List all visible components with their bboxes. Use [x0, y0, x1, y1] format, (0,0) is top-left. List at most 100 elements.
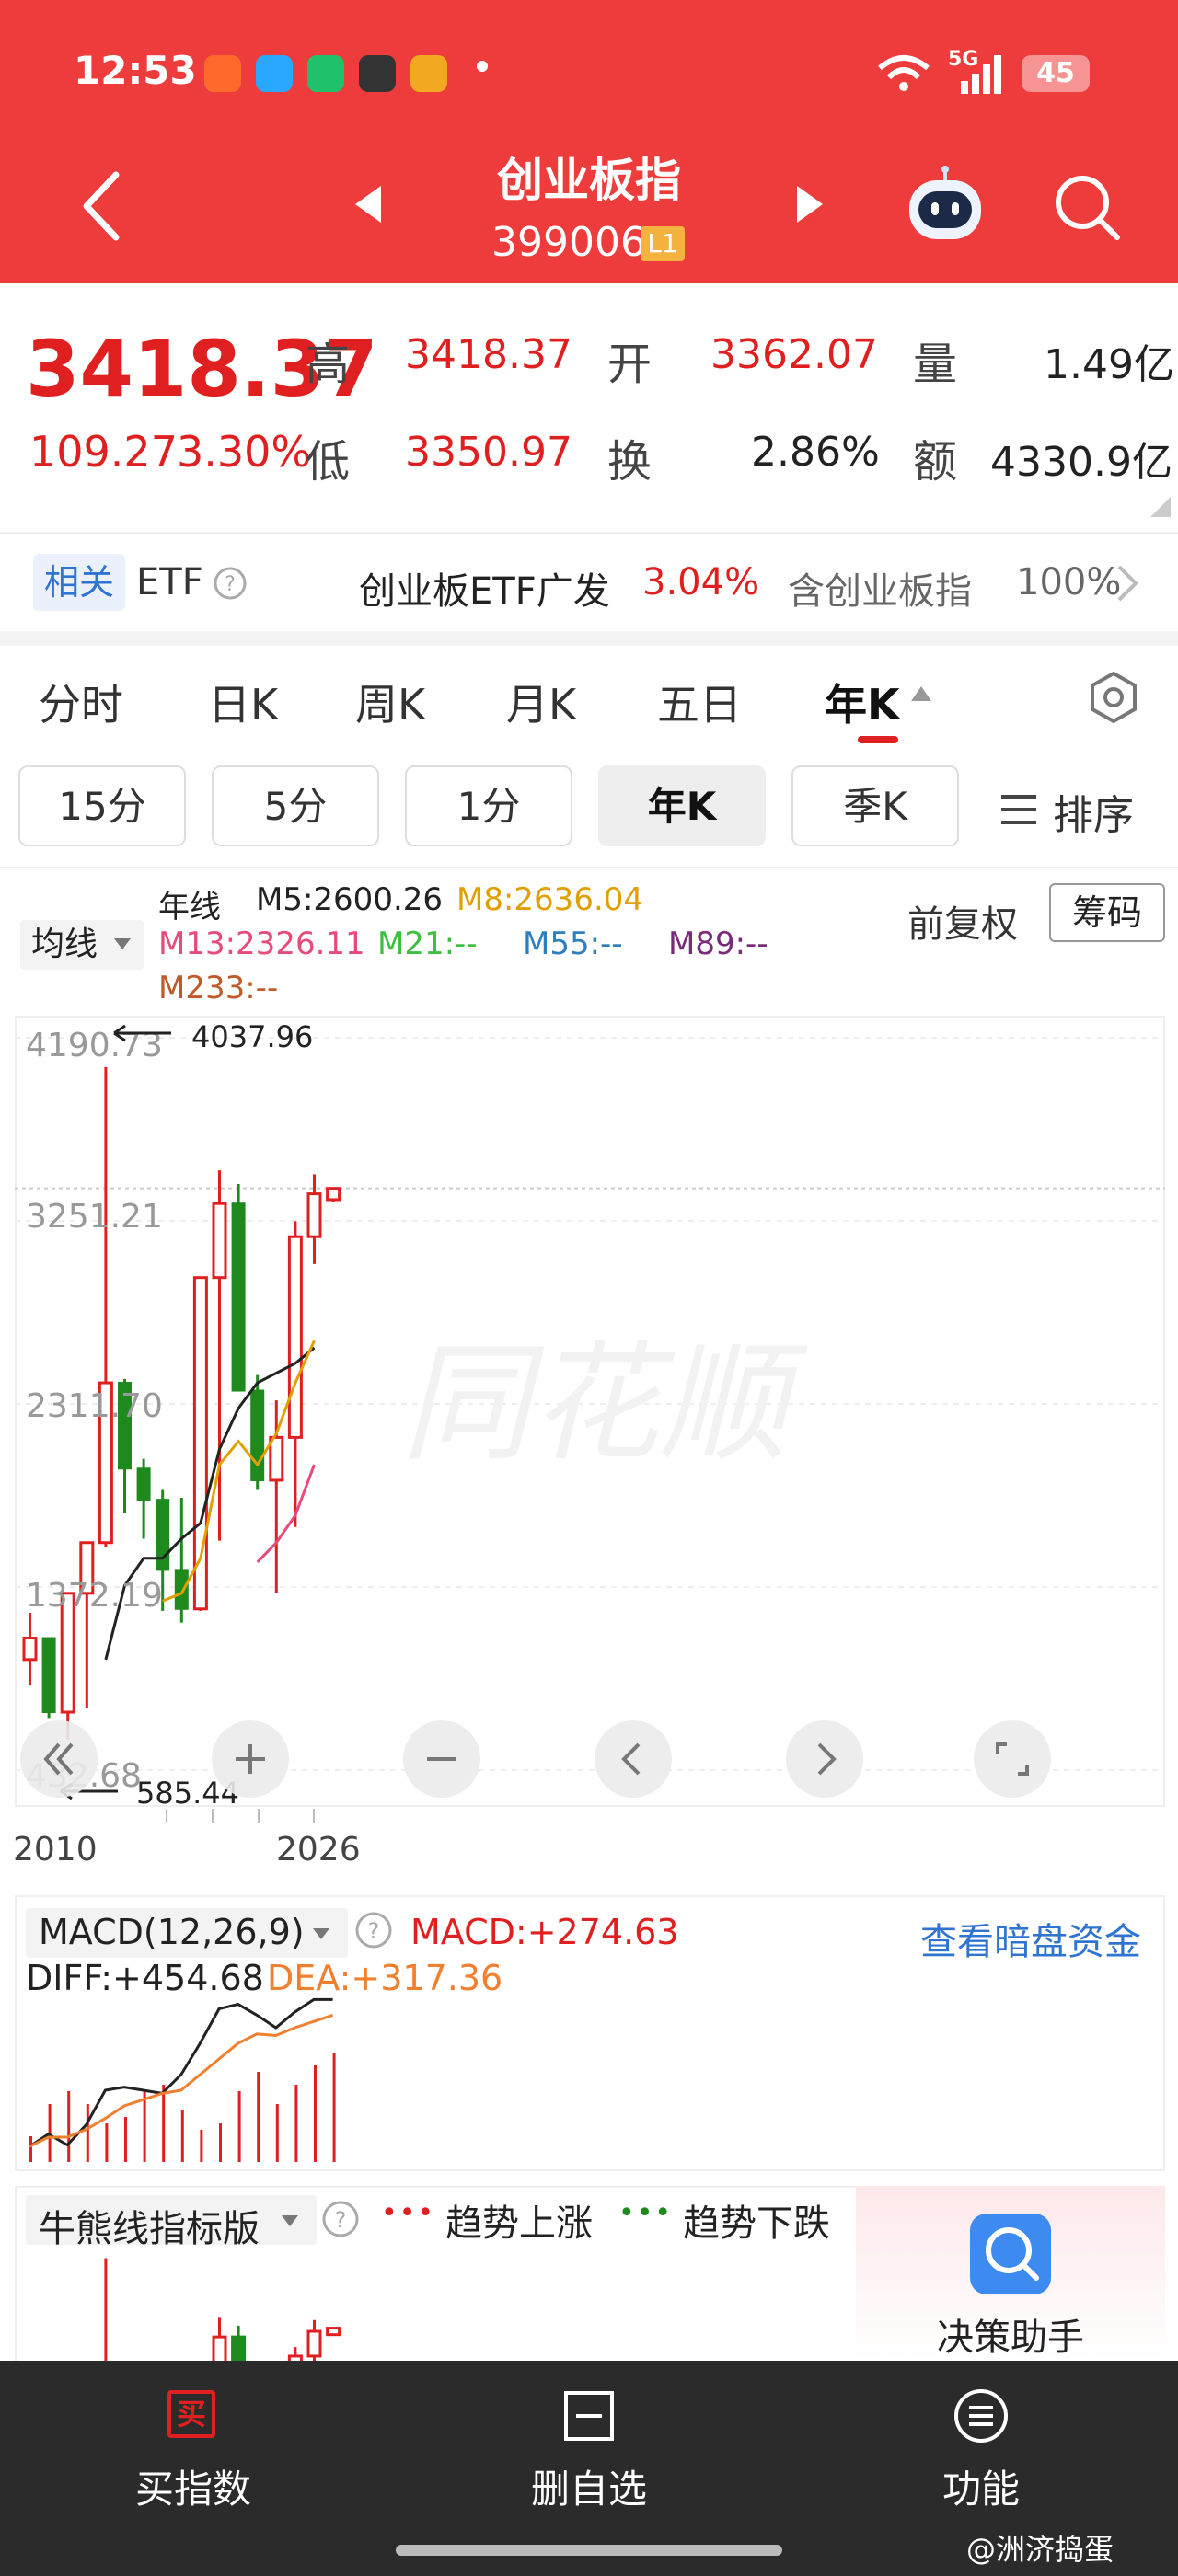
open-label: 开 [607, 339, 653, 390]
ma-m13: M13:2326.11 [158, 926, 365, 962]
functions-button[interactable]: 功能 [898, 2379, 1064, 2517]
period-quarterly-k-button[interactable]: 季K [791, 765, 959, 846]
decision-assistant-button[interactable]: 决策助手 [856, 2186, 1165, 2361]
help-icon[interactable]: ? [212, 565, 248, 602]
svg-text:?: ? [225, 573, 236, 596]
app-icon-4 [359, 55, 396, 92]
tab-yearly-k[interactable]: 年K [825, 672, 900, 732]
buy-index-label: 买指数 [134, 2467, 251, 2512]
tab-monthly-k[interactable]: 月K [506, 672, 576, 732]
triangle-up-icon [911, 686, 931, 701]
tab-intraday[interactable]: 分时 [39, 672, 123, 732]
scroll-left-button[interactable] [595, 1720, 672, 1798]
zoom-out-button[interactable] [403, 1720, 480, 1798]
period-5min-button[interactable]: 5分 [212, 765, 379, 846]
ma-m55: M55:-- [523, 926, 623, 962]
tab-weekly-k[interactable]: 周K [355, 672, 425, 732]
index-code: 399006 [491, 219, 646, 266]
fullscreen-button[interactable] [974, 1720, 1051, 1798]
macd-bar [143, 2091, 146, 2162]
low-value: 3350.97 [405, 429, 572, 476]
chevron-right-icon[interactable] [1114, 563, 1141, 604]
etf-name: 创业板ETF广发 [359, 570, 610, 613]
search-icon[interactable] [1051, 171, 1125, 245]
svg-text:?: ? [368, 1918, 380, 1944]
rewind-button[interactable] [20, 1720, 98, 1798]
functions-label: 功能 [941, 2467, 1020, 2512]
sort-label: 排序 [1053, 792, 1134, 839]
chevron-left-icon [621, 1742, 641, 1776]
watermark-logo: 同花顺 [401, 1329, 808, 1479]
macd-bar [200, 2130, 203, 2162]
candle-body-up [269, 1435, 284, 1482]
buy-icon: 买 [167, 2390, 215, 2438]
macd-value: MACD:+274.63 [410, 1912, 679, 1952]
open-value: 3362.07 [710, 331, 878, 378]
tab-daily-k[interactable]: 日K [208, 672, 278, 732]
bb-candle-body [326, 2327, 341, 2337]
candle-body-up [306, 1192, 322, 1238]
assistant-search-icon [970, 2214, 1051, 2294]
ma-selector-label: 均线 [31, 926, 98, 963]
amount-label: 额 [913, 436, 958, 488]
kline-chart: 同花顺 [15, 1037, 1165, 1771]
ma-line-name: 年线 [158, 889, 221, 926]
menu-circle-icon [954, 2389, 1008, 2443]
scroll-right-button[interactable] [786, 1720, 863, 1798]
candle-body-up [287, 1235, 303, 1439]
bull-bear-chart [104, 2258, 341, 2361]
app-icon-2 [256, 55, 293, 92]
period-yearly-k-button[interactable]: 年K [598, 765, 766, 846]
low-label: 低 [306, 436, 351, 488]
ma-selector[interactable]: 均线 [20, 920, 144, 970]
bb-candle-body [212, 2335, 227, 2361]
ma-m89: M89:-- [668, 926, 768, 962]
chips-button[interactable]: 筹码 [1049, 883, 1165, 942]
volume-value: 1.49亿 [1044, 341, 1174, 388]
back-icon[interactable] [79, 169, 125, 243]
macd-selector[interactable]: MACD(12,26,9) [26, 1908, 348, 1958]
home-indicator[interactable] [396, 2545, 782, 2556]
macd-bar [237, 2091, 241, 2162]
macd-bar [67, 2091, 71, 2162]
candle-body-up [22, 1637, 38, 1662]
app-icon-5 [410, 55, 447, 92]
macd-title: MACD(12,26,9) [39, 1912, 305, 1952]
help-icon[interactable]: ? [353, 1910, 394, 1950]
y-tick-label: 3251.21 [26, 1198, 163, 1236]
next-index-icon[interactable] [793, 184, 826, 224]
sort-button[interactable]: 排序 [1001, 782, 1167, 839]
turnover-value: 2.86% [751, 429, 880, 476]
robot-assistant-icon[interactable] [902, 166, 988, 245]
buy-index-button[interactable]: 买 买指数 [110, 2379, 276, 2517]
forward-adjust-button[interactable]: 前复权 [907, 894, 1018, 948]
macd-bar [105, 2123, 109, 2162]
period-1min-button[interactable]: 1分 [405, 765, 572, 846]
dark-pool-link[interactable]: 查看暗盘资金 [920, 1912, 1141, 1965]
prev-index-icon[interactable] [352, 184, 385, 224]
volume-label: 量 [913, 339, 958, 390]
macd-bar [332, 2053, 336, 2162]
weibo-watermark: @洲济捣蛋 [966, 2532, 1114, 2567]
corner-expand-icon[interactable] [1150, 497, 1171, 517]
macd-bar [162, 2085, 166, 2162]
x-tick [166, 1809, 167, 1823]
tab-five-day[interactable]: 五日 [657, 672, 742, 732]
trend-down-dots: ••• [618, 2197, 674, 2229]
high-value: 3418.37 [405, 331, 572, 378]
remove-box-icon [564, 2391, 614, 2441]
turnover-label: 换 [607, 436, 653, 488]
notification-dot [477, 61, 488, 72]
price-change: 109.27 [29, 427, 178, 477]
wifi-icon [878, 55, 930, 91]
chevron-right-icon [817, 1742, 837, 1776]
trend-up-dots: ••• [381, 2197, 436, 2229]
candle-body-up [212, 1202, 227, 1280]
price-change-pct: 3.30% [177, 427, 312, 477]
period-15min-button[interactable]: 15分 [18, 765, 186, 846]
remove-watchlist-button[interactable]: 删自选 [506, 2379, 672, 2517]
settings-hexagon-icon[interactable] [1086, 670, 1141, 725]
status-time: 12:53 [74, 48, 197, 93]
macd-bar [219, 2123, 222, 2162]
zoom-in-button[interactable] [212, 1720, 289, 1798]
